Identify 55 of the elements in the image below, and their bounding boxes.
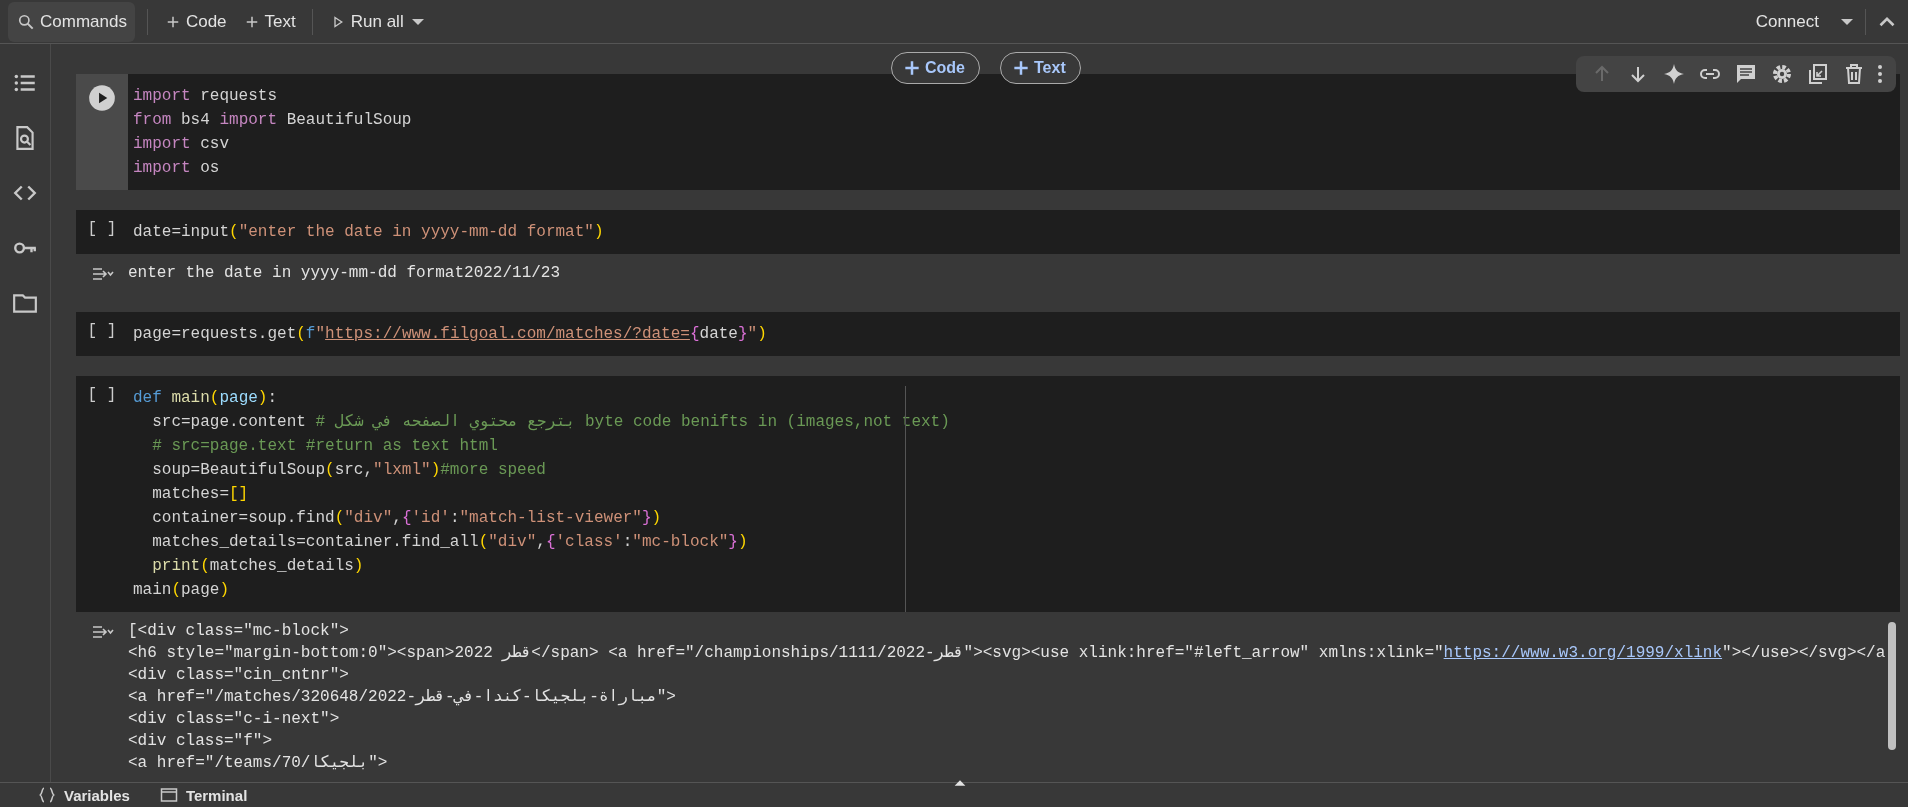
execution-count: [ ] (87, 220, 117, 240)
terminal-icon (159, 786, 178, 804)
code-line: matches=[] (151, 484, 250, 505)
code-line: matches_details=container.find_all("div",{'class':"mc-block"}) (151, 532, 749, 553)
code-line: container=soup.find("div",{'id':"match-list-viewer"}) (151, 508, 663, 529)
dropdown-caret-icon (1841, 18, 1853, 25)
output-line: enter the date in yyyy-mm-dd format2022/11/23 (128, 263, 561, 284)
add-button[interactable]: Code (155, 1, 235, 42)
insert-cell-button[interactable]: Text (1000, 52, 1081, 84)
execution-count: [ ] (87, 386, 117, 406)
code-line: soup=BeautifulSoup(src,"lxml")#more speed (151, 460, 547, 481)
scrollbar[interactable] (1888, 622, 1896, 750)
code-line: def main(page): (133, 388, 279, 409)
code-line: import os (133, 158, 221, 179)
settings-icon (1770, 62, 1794, 86)
code-line: main(page) (133, 580, 231, 601)
plus-icon (1011, 58, 1031, 78)
code-line: import requests (133, 86, 279, 107)
output-line: [<div class="mc-block"> (128, 621, 350, 642)
mirror-cell-icon (1806, 62, 1830, 86)
insert-cell-button[interactable]: Code (891, 52, 980, 84)
url-link[interactable]: https://www.w3.org/1999/xlink (1443, 644, 1723, 662)
output-line: <a href="/teams/70/بلجيكا"> (128, 753, 389, 774)
braces-icon (38, 786, 56, 804)
comment-button[interactable] (1734, 62, 1758, 86)
code-line: page=requests.get(f"https://www.filgoal.com/matches/?date={date}") (133, 324, 767, 345)
comment-icon (1734, 62, 1758, 86)
code-line: date=input("enter the date in yyyy-mm-dd format") (133, 222, 604, 243)
terminal-tab[interactable]: Terminal (159, 786, 248, 804)
output-line: <div class="f"> (128, 731, 274, 752)
code-line: import csv (133, 134, 230, 155)
plus-icon (902, 58, 922, 78)
code-line: # src=page.text #return as text html (151, 436, 499, 457)
mirror-cell-button[interactable] (1806, 62, 1830, 86)
more-button[interactable] (1878, 65, 1882, 83)
settings-button[interactable] (1770, 62, 1794, 86)
more-icon (1878, 65, 1882, 83)
commands-button[interactable]: Commands (8, 1, 135, 42)
connect-button[interactable]: Connect (1747, 1, 1827, 42)
execution-count: [ ] (87, 322, 117, 342)
code-line: print(matches_details) (151, 556, 365, 577)
output-line: <div class="c-i-next"> (128, 709, 341, 730)
code-cell[interactable]: [ ] page=requests.get(f"https://www.filgoal.com/matches/?date={date}") (76, 312, 1900, 356)
run-all-button[interactable]: Run all (320, 1, 412, 42)
code-cell[interactable]: [ ] date=input("enter the date in yyyy-mm-dd format") (76, 210, 1900, 254)
url-link[interactable]: https://www.filgoal.com/matches/?date= (325, 325, 690, 343)
output-line: <a href="/matches/320648/مباراة-بلجيكا-كندا-في-قطر-2022"> (128, 687, 677, 708)
output-line: <div class="cin_cntnr"> (128, 665, 350, 686)
code-cell[interactable] (76, 376, 1900, 612)
variables-tab[interactable]: Variables (38, 786, 130, 804)
dropdown-caret-icon (411, 18, 424, 25)
add-button[interactable]: Text (234, 1, 304, 42)
run-cell-button[interactable] (88, 84, 116, 112)
code-cell[interactable]: import requests from bs4 import BeautifulSoup import csv import os (76, 74, 1900, 190)
code-line: from bs4 import BeautifulSoup (133, 110, 412, 131)
